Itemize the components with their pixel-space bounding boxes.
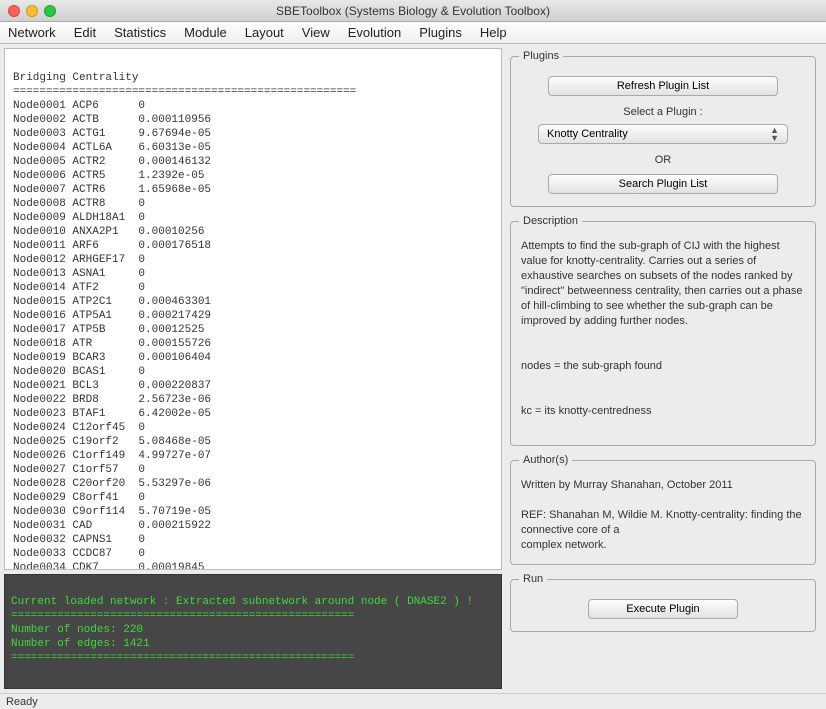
zoom-icon[interactable] bbox=[44, 5, 56, 17]
menu-module[interactable]: Module bbox=[184, 25, 227, 40]
search-plugin-button[interactable]: Search Plugin List bbox=[548, 174, 778, 194]
menu-help[interactable]: Help bbox=[480, 25, 507, 40]
menubar: Network Edit Statistics Module Layout Vi… bbox=[0, 22, 826, 44]
plugin-select[interactable]: Knotty Centrality ▲▼ bbox=[538, 124, 788, 144]
select-plugin-label: Select a Plugin : bbox=[519, 106, 807, 118]
data-output[interactable]: Bridging Centrality ====================… bbox=[4, 48, 502, 570]
plugins-panel: Plugins Refresh Plugin List Select a Plu… bbox=[510, 50, 816, 207]
status-bar: Ready bbox=[0, 693, 826, 709]
plugin-select-value: Knotty Centrality bbox=[547, 128, 628, 140]
description-text[interactable]: Attempts to find the sub-graph of CIJ wi… bbox=[519, 237, 807, 437]
run-panel: Run Execute Plugin bbox=[510, 573, 816, 632]
run-legend: Run bbox=[519, 573, 547, 585]
execute-plugin-button[interactable]: Execute Plugin bbox=[588, 599, 738, 619]
description-panel: Description Attempts to find the sub-gra… bbox=[510, 215, 816, 446]
menu-statistics[interactable]: Statistics bbox=[114, 25, 166, 40]
menu-layout[interactable]: Layout bbox=[245, 25, 284, 40]
minimize-icon[interactable] bbox=[26, 5, 38, 17]
chevron-updown-icon: ▲▼ bbox=[770, 126, 779, 142]
or-label: OR bbox=[519, 154, 807, 166]
titlebar: SBEToolbox (Systems Biology & Evolution … bbox=[0, 0, 826, 22]
author-panel: Author(s) Written by Murray Shanahan, Oc… bbox=[510, 454, 816, 565]
window-title: SBEToolbox (Systems Biology & Evolution … bbox=[0, 4, 826, 18]
menu-view[interactable]: View bbox=[302, 25, 330, 40]
menu-evolution[interactable]: Evolution bbox=[348, 25, 401, 40]
description-legend: Description bbox=[519, 215, 582, 227]
close-icon[interactable] bbox=[8, 5, 20, 17]
plugins-legend: Plugins bbox=[519, 50, 563, 62]
author-text[interactable]: Written by Murray Shanahan, October 2011… bbox=[519, 476, 807, 556]
menu-edit[interactable]: Edit bbox=[74, 25, 96, 40]
console-output[interactable]: Current loaded network : Extracted subne… bbox=[4, 574, 502, 689]
menu-plugins[interactable]: Plugins bbox=[419, 25, 462, 40]
status-text: Ready bbox=[6, 696, 38, 708]
author-legend: Author(s) bbox=[519, 454, 572, 466]
refresh-plugin-button[interactable]: Refresh Plugin List bbox=[548, 76, 778, 96]
menu-network[interactable]: Network bbox=[8, 25, 56, 40]
